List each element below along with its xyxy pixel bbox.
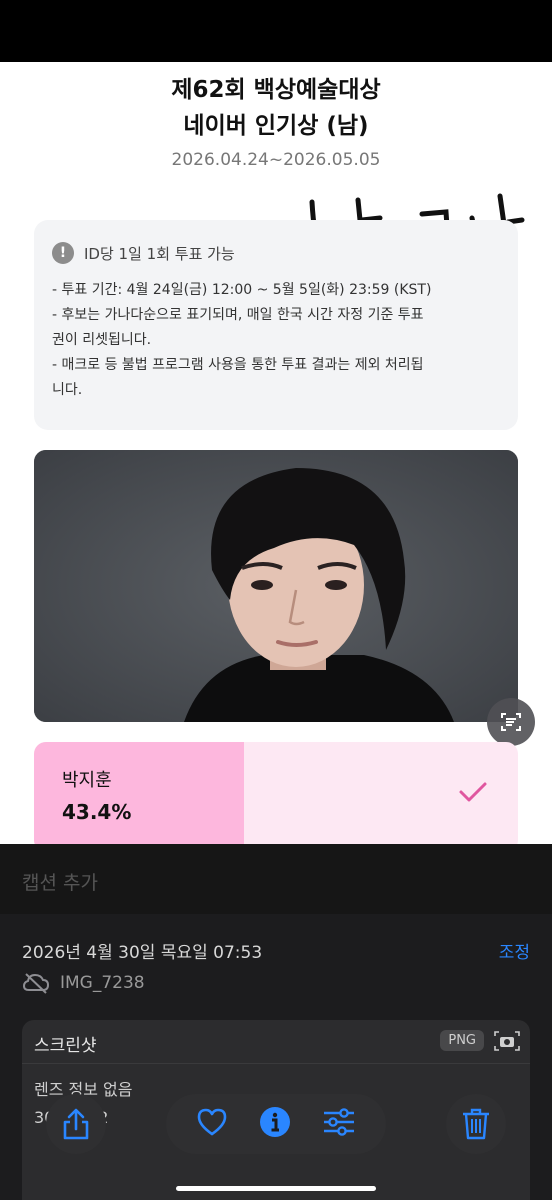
format-badge: PNG (440, 1030, 484, 1051)
vote-period: 2026.04.24~2026.05.05 (171, 150, 381, 170)
home-indicator (176, 1186, 376, 1191)
metadata-header: 스크린샷 PNG (22, 1020, 530, 1064)
adjust-sliders-icon (324, 1108, 355, 1136)
adjust-button[interactable]: 조정 (499, 938, 530, 963)
heart-icon (197, 1108, 226, 1136)
notice-body: - 투표 기간: 4월 24일(금) 12:00 ~ 5월 5일(화) 23:5… (52, 278, 500, 403)
candidate-photo (34, 450, 518, 722)
caption-field[interactable]: 캡션 추가 (0, 844, 552, 914)
camera-icon (494, 1031, 520, 1051)
delete-button[interactable] (446, 1094, 506, 1154)
live-text-icon (501, 713, 521, 731)
cloud-off-icon (22, 973, 50, 994)
filename-row: IMG_7238 (22, 972, 145, 994)
warning-icon: ! (52, 242, 74, 264)
notice-line: - 투표 기간: 4월 24일(금) 12:00 ~ 5월 5일(화) 23:5… (52, 282, 432, 298)
vote-result-card[interactable]: 박지훈 43.4% (34, 742, 518, 844)
notice-line: 니다. (52, 382, 83, 398)
title-line-2: 네이버 인기상 (남) (183, 113, 369, 139)
vote-progress-fill (34, 742, 245, 844)
portrait-illustration (34, 450, 518, 722)
share-icon (63, 1108, 89, 1140)
info-button[interactable] (259, 1106, 291, 1142)
title-line-1: 제62회 백상예술대상 (171, 77, 381, 103)
page-title: 제62회 백상예술대상 네이버 인기상 (남) (0, 72, 552, 144)
notice-line: 권이 리셋됩니다. (52, 332, 152, 348)
info-icon (259, 1107, 290, 1137)
candidate-name: 박지훈 (62, 770, 112, 791)
checkmark-icon (459, 782, 487, 802)
caption-placeholder: 캡션 추가 (22, 872, 98, 894)
trash-icon (463, 1108, 489, 1140)
screenshot-content: 제62회 백상예술대상 네이버 인기상 (남) 2026.04.24~2026.… (0, 62, 552, 844)
info-section: 2026년 4월 30일 목요일 07:53 조정 IMG_7238 스크린샷 … (0, 914, 552, 1200)
notice-heading: ! ID당 1일 1회 투표 가능 (52, 240, 500, 266)
live-text-button[interactable] (487, 698, 535, 746)
candidate-percent: 43.4% (62, 800, 132, 824)
photo-filename: IMG_7238 (60, 973, 145, 993)
action-pill (166, 1094, 386, 1154)
favorite-button[interactable] (196, 1107, 228, 1141)
notice-heading-text: ID당 1일 1회 투표 가능 (84, 244, 235, 263)
photo-datetime: 2026년 4월 30일 목요일 07:53 (22, 943, 263, 963)
share-button[interactable] (46, 1094, 106, 1154)
edit-button[interactable] (322, 1107, 356, 1141)
notice-line: - 매크로 등 불법 프로그램 사용을 통한 투표 결과는 제외 처리됩 (52, 357, 424, 373)
top-black-bar (0, 0, 552, 62)
notice-box: ! ID당 1일 1회 투표 가능 - 투표 기간: 4월 24일(금) 12:… (34, 220, 518, 430)
capture-type-label: 스크린샷 (34, 1036, 97, 1056)
notice-line: - 후보는 가나다순으로 표기되며, 매일 한국 시간 자정 기준 투표 (52, 307, 424, 323)
